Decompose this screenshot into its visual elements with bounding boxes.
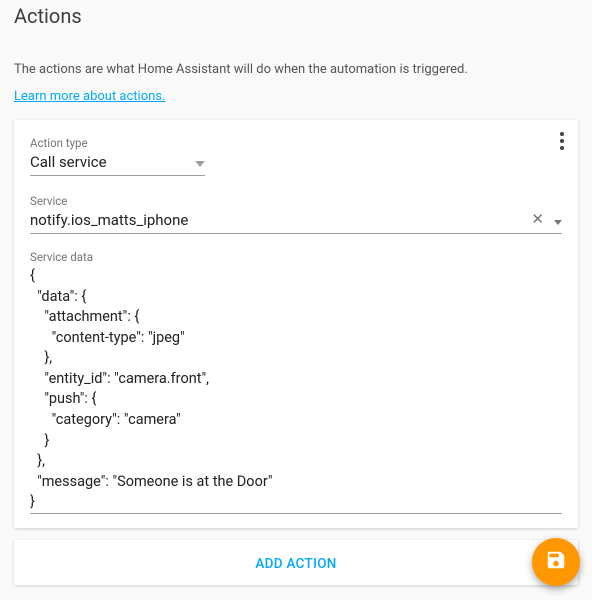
action-type-value: Call service xyxy=(30,153,195,171)
clear-icon[interactable]: ✕ xyxy=(531,212,544,227)
service-input[interactable] xyxy=(30,211,531,229)
service-input-row[interactable]: ✕ xyxy=(30,210,562,234)
more-vertical-icon xyxy=(560,132,564,150)
save-icon xyxy=(545,549,567,575)
chevron-down-icon[interactable] xyxy=(554,210,562,229)
add-action-button[interactable]: ADD ACTION xyxy=(14,540,578,585)
page-title: Actions xyxy=(14,0,578,28)
service-field: Service ✕ xyxy=(30,194,562,234)
action-type-label: Action type xyxy=(30,136,205,150)
learn-more-link[interactable]: Learn more about actions. xyxy=(14,89,165,104)
service-label: Service xyxy=(30,194,562,208)
add-action-label: ADD ACTION xyxy=(255,556,336,572)
service-data-textarea[interactable] xyxy=(30,266,562,514)
action-type-field: Action type Call service xyxy=(30,136,205,176)
action-type-select[interactable]: Call service xyxy=(30,152,205,176)
save-fab[interactable] xyxy=(532,538,580,586)
chevron-down-icon xyxy=(195,152,205,171)
service-data-label: Service data xyxy=(30,250,562,264)
action-menu-button[interactable] xyxy=(560,132,564,150)
actions-description: The actions are what Home Assistant will… xyxy=(14,62,578,77)
action-card: Action type Call service Service ✕ Servi… xyxy=(14,120,578,528)
service-data-field: Service data xyxy=(30,250,562,518)
